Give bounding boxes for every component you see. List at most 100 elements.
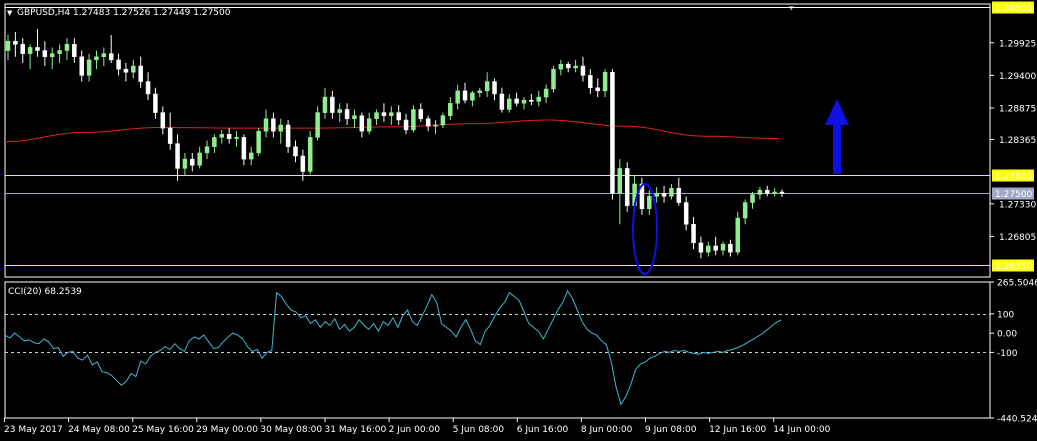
candle-body [396,112,401,121]
cci-tick-label: 265.5046 [997,279,1037,289]
candle [212,134,217,153]
candle-body [389,112,394,116]
candle [448,97,453,121]
candle-body [5,40,11,51]
candle-body [565,63,571,69]
time-tick-label: 9 Jun 08:00 [645,425,697,435]
candle [565,61,571,73]
candle [278,118,283,144]
time-tick-label: 31 May 16:00 [325,425,387,435]
candle-body [602,72,608,92]
candle-body [182,158,188,169]
candle [337,103,342,122]
candle-body [344,109,350,120]
candle-body [698,242,704,253]
candle-body [116,59,121,70]
candle [226,128,232,144]
candle-body [691,224,696,244]
candle [271,112,276,138]
candle-body [624,168,630,206]
candle [20,38,25,63]
candle-body [713,245,718,251]
candle-body [190,158,195,166]
level-tag-label: 1.26350 [995,262,1032,272]
candle [352,109,357,129]
candle [610,69,615,200]
candle-body [175,143,180,169]
cci-label: CCI(20) 68.2539 [8,287,82,297]
candle-body [86,59,92,76]
price-level-layer [5,7,990,266]
candle [322,87,328,119]
candle-body [145,81,151,95]
candle [529,93,534,106]
candle [470,90,475,107]
candle-body [352,115,357,120]
candle [433,120,438,135]
candle [49,47,55,70]
candle [300,149,306,181]
time-tick-label: 24 May 08:00 [68,425,130,435]
candle-body [256,130,261,154]
candle-body [293,146,298,157]
scroll-marker-icon: ▼ [789,5,794,12]
candle [131,59,136,79]
candle [94,50,99,70]
main-panel-border [4,3,991,278]
chart-canvas: ▼▼ 1.305001.278001.275001.263501.299251.… [4,1,1037,435]
candle [757,187,763,200]
candle-body [411,109,416,131]
candle [661,185,667,203]
candle [543,84,549,104]
candle-body [647,196,652,210]
candle-body [617,168,623,194]
candle [602,69,608,98]
candle-body [455,90,460,104]
candle-body [772,191,777,194]
candle-body [263,118,269,132]
candle [720,241,726,256]
candle [573,59,578,73]
candle [123,62,129,82]
candle [499,87,505,113]
candle [234,131,239,147]
time-tick-label: 6 Jun 16:00 [517,425,569,435]
candle-body [285,124,291,147]
candle [108,35,114,63]
candle [175,134,180,181]
candle [204,140,210,160]
candle-body [337,109,342,113]
candle [42,41,48,67]
symbol-header: GBPUSD,H4 1.27483 1.27526 1.27449 1.2750… [17,8,231,18]
candle-body [167,127,173,144]
candle-body [507,98,512,110]
time-tick-label: 25 May 16:00 [132,425,194,435]
time-tick-label: 5 Jun 08:00 [453,425,505,435]
candle-body [374,112,379,120]
candle-body [212,137,217,147]
candle [698,236,704,259]
moving-average-line [5,119,779,143]
candle-body [477,90,483,93]
candle [624,162,630,212]
up-arrow-icon [825,99,849,125]
candle-body [610,72,615,194]
cci-panel: 265.5046 100 0.00 -100 -440.5241 [4,279,1037,425]
candle [138,56,143,88]
candle [536,90,541,107]
candle [521,97,527,110]
candle-body [381,112,387,116]
candle-body [108,53,114,61]
candle-body [470,92,475,101]
candle-body [101,53,107,57]
main-chart-frame: ▼▼ [4,3,991,419]
candle [462,82,468,104]
candle-body [661,192,667,197]
candle-body [654,192,659,197]
candle [425,115,431,132]
candle [683,196,689,231]
candle-body [514,98,519,104]
candle-body [219,134,225,138]
candle-body [735,217,741,253]
candle-body [448,103,453,116]
